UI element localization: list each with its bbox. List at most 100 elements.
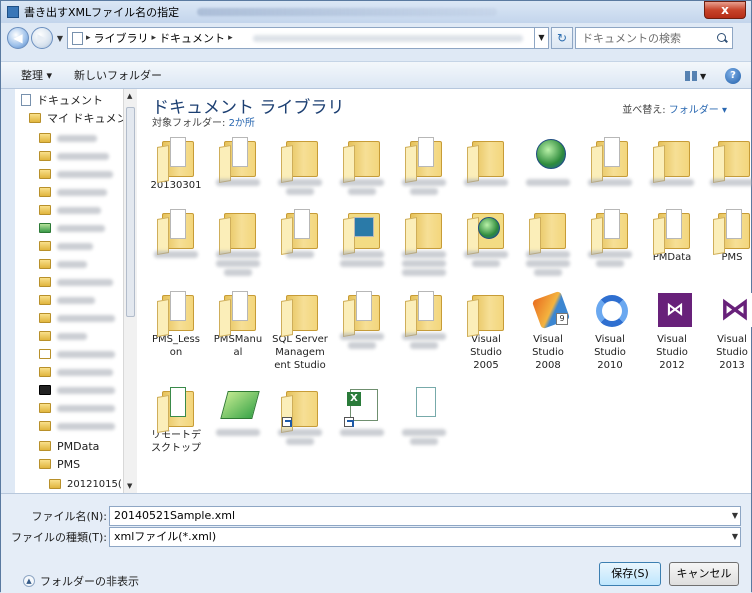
recent-pages-dropdown[interactable]: ▼	[55, 34, 65, 43]
folder-icon	[39, 331, 51, 341]
sort-dropdown[interactable]: フォルダー ▾	[669, 105, 727, 116]
nav-item-folder[interactable]	[39, 381, 115, 399]
folder-icon	[154, 289, 198, 331]
blurred-label	[534, 269, 562, 276]
help-icon[interactable]: ?	[725, 68, 741, 84]
search-icon[interactable]	[717, 32, 728, 44]
library-locations-link[interactable]: 2か所	[229, 118, 255, 129]
folder-icon	[278, 289, 322, 331]
folder-item-pms[interactable]: PMS	[703, 207, 752, 264]
shortcut-item[interactable]	[271, 385, 329, 445]
nav-item-folder[interactable]	[39, 363, 113, 381]
nav-item-folder[interactable]	[39, 399, 115, 417]
nav-item-folder[interactable]	[39, 219, 105, 237]
folder-item[interactable]	[271, 207, 329, 258]
blurred-label	[57, 296, 95, 304]
nav-item-folder[interactable]	[39, 255, 87, 273]
nav-item-folder[interactable]	[39, 147, 109, 165]
blurred-label	[57, 152, 109, 160]
folder-item[interactable]	[457, 135, 515, 186]
blurred-label	[464, 179, 508, 186]
folder-item-pmdata[interactable]: PMData	[643, 207, 701, 264]
breadcrumb-documents[interactable]: ドキュメント	[159, 30, 225, 46]
folder-item[interactable]	[581, 135, 639, 186]
folder-item[interactable]	[703, 135, 752, 186]
folder-item[interactable]	[643, 135, 701, 186]
folder-item-remote[interactable]: リモートデ スクトップ	[147, 385, 205, 455]
folder-item[interactable]	[333, 135, 391, 195]
nav-item-pms[interactable]: PMS	[39, 455, 80, 473]
folder-item-sql[interactable]: SQL Server Managem ent Studio	[271, 289, 329, 372]
folder-item[interactable]	[395, 289, 453, 349]
filetype-select[interactable]: xmlファイル(*.xml) ▼	[109, 527, 741, 547]
folder-item-vs2013[interactable]: ⋈ Visual Studio 2013	[703, 289, 752, 372]
nav-item-folder[interactable]	[39, 309, 115, 327]
nav-item-folder[interactable]	[39, 165, 113, 183]
shortcut-item[interactable]	[333, 385, 391, 436]
nav-item-folder[interactable]	[39, 273, 113, 291]
refresh-button[interactable]: ↻	[551, 27, 573, 49]
folder-item-pmsmanual[interactable]: PMSManu al	[209, 289, 267, 359]
folder-item[interactable]	[395, 207, 453, 276]
folder-item[interactable]	[333, 289, 391, 349]
nav-item-subfolder[interactable]: 20121015(	[49, 475, 122, 493]
hide-folders-toggle[interactable]: ▲ フォルダーの非表示	[23, 573, 139, 589]
address-dropdown[interactable]: ▼	[535, 27, 549, 49]
scroll-up-icon[interactable]: ▲	[127, 92, 132, 100]
folder-item[interactable]	[209, 135, 267, 186]
folder-item[interactable]	[581, 207, 639, 267]
chevron-down-icon[interactable]: ▼	[732, 528, 738, 546]
search-input[interactable]: ドキュメントの検索	[575, 27, 733, 49]
change-view-button[interactable]: ▼	[685, 67, 711, 85]
folder-item-vs2008[interactable]: 9 Visual Studio 2008	[519, 289, 577, 372]
nav-scrollbar[interactable]: ▲ ▼	[123, 89, 137, 493]
nav-item-folder[interactable]	[39, 327, 87, 345]
folder-item-vs2012[interactable]: ⋈ Visual Studio 2012	[643, 289, 701, 372]
chevron-down-icon[interactable]: ▼	[732, 507, 738, 525]
breadcrumb-separator-icon[interactable]: ▸	[152, 33, 157, 43]
forward-button[interactable]: ▶	[31, 27, 53, 49]
nav-item-folder[interactable]	[39, 201, 101, 219]
nav-item-documents[interactable]: ドキュメント	[21, 91, 103, 109]
nav-item-my-documents[interactable]: マイ ドキュメン	[29, 109, 128, 127]
folder-item[interactable]	[395, 135, 453, 195]
folder-item[interactable]	[147, 207, 205, 258]
cancel-button[interactable]: キャンセル	[669, 562, 739, 586]
command-bar: 整理 ▾ 新しいフォルダー ▼ ?	[1, 61, 751, 89]
breadcrumb-libraries[interactable]: ライブラリ	[94, 30, 149, 46]
scroll-down-icon[interactable]: ▼	[127, 482, 132, 490]
folder-item[interactable]	[519, 135, 577, 186]
save-button[interactable]: 保存(S)	[599, 562, 661, 586]
nav-item-folder[interactable]	[39, 417, 115, 435]
file-item[interactable]	[395, 385, 453, 445]
folder-item-vs2005[interactable]: Visual Studio 2005	[457, 289, 515, 372]
close-button[interactable]: x	[704, 1, 746, 19]
nav-item-folder[interactable]	[39, 183, 107, 201]
scrollbar-thumb[interactable]	[126, 107, 135, 317]
address-bar[interactable]: ▸ ライブラリ ▸ ドキュメント ▸	[67, 27, 535, 49]
blurred-label	[650, 179, 694, 186]
back-button[interactable]: ◀	[7, 27, 29, 49]
breadcrumb-separator-icon[interactable]: ▸	[228, 33, 233, 43]
folder-item[interactable]	[457, 207, 515, 267]
folder-item[interactable]	[209, 207, 267, 276]
folder-item[interactable]: 20130301	[147, 135, 205, 192]
filename-input[interactable]: 20140521Sample.xml ▼	[109, 506, 741, 526]
blurred-label	[57, 242, 93, 250]
nav-item-folder[interactable]	[39, 129, 97, 147]
new-folder-button[interactable]: 新しいフォルダー	[74, 67, 162, 83]
folder-item[interactable]	[333, 207, 391, 267]
nav-item-folder[interactable]	[39, 237, 93, 255]
nav-item-pmdata[interactable]: PMData	[39, 437, 99, 455]
nav-item-folder[interactable]	[39, 291, 95, 309]
organize-menu[interactable]: 整理 ▾	[21, 67, 52, 83]
breadcrumb-separator-icon[interactable]: ▸	[86, 33, 91, 43]
nav-item-folder[interactable]	[39, 345, 115, 363]
file-item[interactable]	[209, 385, 267, 436]
library-subtitle-label: 対象フォルダー:	[152, 118, 226, 129]
folder-item[interactable]	[519, 207, 577, 276]
folder-item[interactable]	[271, 135, 329, 195]
folder-item-pms-lesson[interactable]: PMS_Less on	[147, 289, 205, 359]
folder-item-vs2010[interactable]: Visual Studio 2010	[581, 289, 639, 372]
blurred-label	[402, 429, 446, 436]
